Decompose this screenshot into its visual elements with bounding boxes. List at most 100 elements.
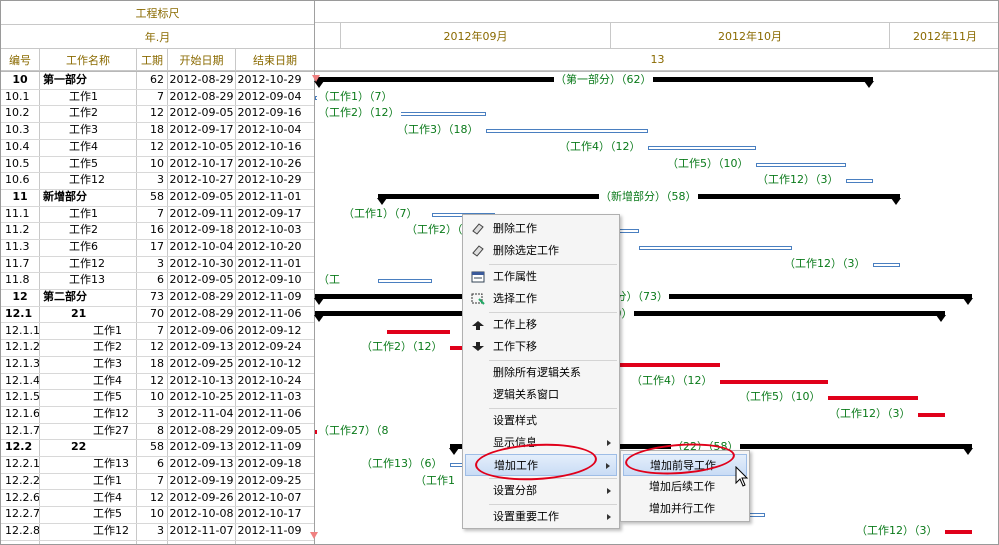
task-duration[interactable]: 58 [137, 439, 167, 455]
task-start-date[interactable]: 2012-09-26 [168, 490, 235, 506]
task-end-date[interactable]: 2012-11-06 [236, 306, 303, 322]
task-end-date[interactable]: 2012-09-24 [236, 339, 303, 355]
task-duration[interactable]: 73 [137, 289, 167, 305]
task-duration[interactable]: 62 [137, 72, 167, 88]
task-duration[interactable]: 8 [137, 423, 167, 439]
task-start-date[interactable]: 2012-09-18 [168, 222, 235, 238]
task-end-date[interactable]: 2012-10-29 [236, 72, 303, 88]
task-name[interactable]: 工作5 [40, 156, 136, 172]
task-start-date[interactable]: 2012-09-05 [168, 272, 235, 288]
task-name[interactable]: 工作4 [40, 490, 136, 506]
task-end-date[interactable]: 2012-10-17 [236, 506, 303, 522]
task-start-date[interactable]: 2012-10-04 [168, 239, 235, 255]
task-name[interactable]: 工作4 [40, 139, 136, 155]
task-code[interactable]: 11 [1, 189, 39, 205]
task-end-date[interactable]: 2012-09-25 [236, 473, 303, 489]
task-name[interactable]: 工作2 [40, 339, 136, 355]
menu-item-select-work[interactable]: 选择工作 [465, 288, 617, 310]
task-name[interactable]: 21 [40, 306, 136, 322]
task-start-date[interactable]: 2012-09-06 [168, 323, 235, 339]
task-start-date[interactable]: 2012-09-25 [168, 356, 235, 372]
task-end-date[interactable]: 2012-10-04 [236, 122, 303, 138]
menu-item-delete-selected[interactable]: 删除选定工作 [465, 240, 617, 262]
menu-item-move-up[interactable]: 工作上移 [465, 314, 617, 336]
task-end-date[interactable]: 2012-10-16 [236, 139, 303, 155]
critical-task-bar[interactable] [918, 413, 945, 417]
task-code[interactable]: 10.5 [1, 156, 39, 172]
task-name[interactable]: 工作1 [40, 89, 136, 105]
task-end-date[interactable]: 2012-11-03 [236, 389, 303, 405]
task-end-date[interactable]: 2012-09-10 [236, 272, 303, 288]
column-header-end[interactable]: 结束日期 [236, 49, 314, 71]
task-end-date[interactable]: 2012-11-09 [236, 439, 303, 455]
menu-item-delete-work[interactable]: 删除工作 [465, 218, 617, 240]
task-start-date[interactable]: 2012-08-29 [168, 89, 235, 105]
menu-item-logic-window[interactable]: 逻辑关系窗口 [465, 384, 617, 406]
task-name[interactable]: 第一部分 [40, 72, 136, 88]
task-name[interactable]: 工作13 [40, 456, 136, 472]
task-duration[interactable]: 10 [137, 389, 167, 405]
task-end-date[interactable]: 2012-11-06 [236, 406, 303, 422]
task-name[interactable]: 22 [40, 439, 136, 455]
task-code[interactable]: 10.1 [1, 89, 39, 105]
task-start-date[interactable]: 2012-09-13 [168, 339, 235, 355]
task-start-date[interactable]: 2012-09-19 [168, 473, 235, 489]
task-name[interactable]: 工作1 [40, 473, 136, 489]
task-name[interactable]: 工作1 [40, 323, 136, 339]
task-code[interactable]: 11.3 [1, 239, 39, 255]
task-code[interactable]: 12.1 [1, 306, 39, 322]
task-duration[interactable]: 3 [137, 406, 167, 422]
task-start-date[interactable]: 2012-10-08 [168, 506, 235, 522]
task-duration[interactable]: 3 [137, 256, 167, 272]
task-name[interactable]: 工作2 [40, 222, 136, 238]
task-code[interactable]: 12.2 [1, 439, 39, 455]
task-code[interactable]: 12.2.2 [1, 473, 39, 489]
menu-item-set-important[interactable]: 设置重要工作 [465, 506, 617, 528]
task-duration[interactable]: 17 [137, 239, 167, 255]
task-duration[interactable]: 3 [137, 172, 167, 188]
task-name[interactable]: 工作2 [40, 105, 136, 121]
task-duration[interactable]: 7 [137, 206, 167, 222]
task-code[interactable]: 12.2.1 [1, 456, 39, 472]
column-header-code[interactable]: 编号 [1, 49, 39, 71]
task-name[interactable]: 工作5 [40, 506, 136, 522]
task-bar[interactable] [486, 129, 648, 134]
column-header-duration[interactable]: 工期 [137, 49, 167, 71]
menu-item-move-down[interactable]: 工作下移 [465, 336, 617, 358]
task-end-date[interactable]: 2012-09-16 [236, 105, 303, 121]
task-end-date[interactable]: 2012-09-12 [236, 323, 303, 339]
task-bar[interactable] [873, 262, 900, 267]
task-name[interactable]: 工作13 [40, 272, 136, 288]
task-code[interactable]: 10 [1, 72, 39, 88]
task-name[interactable]: 新增部分 [40, 189, 136, 205]
task-start-date[interactable]: 2012-09-13 [168, 439, 235, 455]
task-end-date[interactable]: 2012-11-09 [236, 289, 303, 305]
task-name[interactable]: 工作27 [40, 423, 136, 439]
task-duration[interactable]: 12 [137, 339, 167, 355]
task-code[interactable]: 11.1 [1, 206, 39, 222]
menu-item-delete-all-logic[interactable]: 删除所有逻辑关系 [465, 362, 617, 384]
critical-task-bar[interactable] [720, 379, 828, 384]
task-duration[interactable]: 10 [137, 156, 167, 172]
task-end-date[interactable]: 2012-09-17 [236, 206, 303, 222]
task-name[interactable]: 工作12 [40, 172, 136, 188]
task-end-date[interactable]: 2012-11-09 [236, 523, 303, 539]
task-code[interactable]: 12.1.7 [1, 423, 39, 439]
menu-item-set-style[interactable]: 设置样式 [465, 410, 617, 432]
task-name[interactable]: 第二部分 [40, 289, 136, 305]
task-code[interactable]: 10.2 [1, 105, 39, 121]
task-start-date[interactable]: 2012-09-17 [168, 122, 235, 138]
task-duration[interactable]: 3 [137, 523, 167, 539]
task-end-date[interactable]: 2012-10-29 [236, 172, 303, 188]
task-duration[interactable]: 18 [137, 356, 167, 372]
task-start-date[interactable]: 2012-09-05 [168, 189, 235, 205]
task-code[interactable]: 11.2 [1, 222, 39, 238]
task-end-date[interactable]: 2012-11-01 [236, 256, 303, 272]
task-code[interactable]: 11.7 [1, 256, 39, 272]
task-code[interactable]: 12.1.2 [1, 339, 39, 355]
task-end-date[interactable]: 2012-10-12 [236, 356, 303, 372]
task-end-date[interactable]: 2012-10-03 [236, 222, 303, 238]
task-name[interactable]: 工作4 [40, 373, 136, 389]
task-start-date[interactable]: 2012-09-11 [168, 206, 235, 222]
task-name[interactable]: 工作6 [40, 239, 136, 255]
